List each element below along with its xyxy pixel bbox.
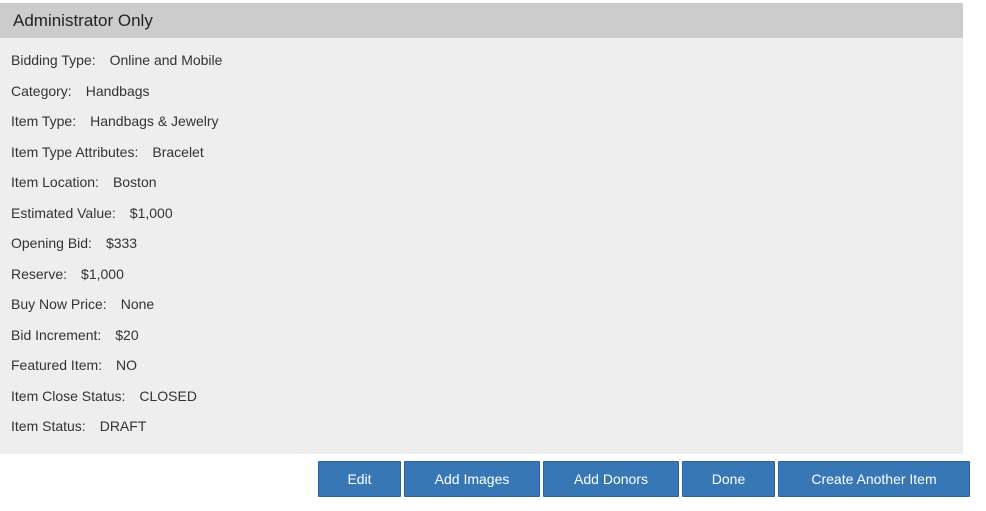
field-label: Bid Increment: <box>11 326 102 343</box>
field-value: Bracelet <box>152 143 204 160</box>
field-opening-bid: Opening Bid: $333 <box>11 235 222 266</box>
field-label: Buy Now Price: <box>11 296 107 312</box>
field-label: Item Type Attributes: <box>11 143 139 160</box>
field-value: NO <box>116 357 138 373</box>
panel-title: Administrator Only <box>13 10 153 30</box>
field-value: None <box>120 296 155 312</box>
field-buy-now-price: Buy Now Price: None <box>11 296 222 327</box>
action-bar: Edit Add Images Add Donors Done Create A… <box>318 461 970 497</box>
create-another-item-button[interactable]: Create Another Item <box>778 461 970 497</box>
panel-header: Administrator Only <box>0 3 963 38</box>
field-bidding-type: Bidding Type: Online and Mobile <box>11 52 222 83</box>
field-label: Item Close Status: <box>11 387 126 404</box>
field-estimated-value: Estimated Value: $1,000 <box>11 205 222 236</box>
field-item-status: Item Status: DRAFT <box>11 418 222 449</box>
field-label: Reserve: <box>11 265 68 282</box>
field-label: Opening Bid: <box>11 235 92 251</box>
field-value: Handbags <box>85 82 150 99</box>
field-value: $20 <box>115 326 139 343</box>
field-featured-item: Featured Item: NO <box>11 357 222 388</box>
field-label: Category: <box>11 82 72 99</box>
field-item-close-status: Item Close Status: CLOSED <box>11 388 222 419</box>
add-images-button[interactable]: Add Images <box>404 461 540 497</box>
field-label: Item Status: <box>11 418 86 434</box>
field-value: $1,000 <box>129 204 173 221</box>
field-category: Category: Handbags <box>11 83 222 114</box>
field-label: Estimated Value: <box>11 204 116 221</box>
field-value: Boston <box>112 174 157 190</box>
field-label: Item Location: <box>11 174 99 190</box>
item-details: Bidding Type: Online and Mobile Category:… <box>11 52 222 449</box>
field-item-location: Item Location: Boston <box>11 174 222 205</box>
field-label: Bidding Type: <box>11 52 96 68</box>
field-value: CLOSED <box>139 387 197 404</box>
admin-panel: Administrator Only Bidding Type: Online a… <box>0 3 963 454</box>
edit-button[interactable]: Edit <box>318 461 401 497</box>
field-value: $333 <box>105 235 138 251</box>
field-item-type: Item Type: Handbags & Jewelry <box>11 113 222 144</box>
field-item-type-attributes: Item Type Attributes: Bracelet <box>11 144 222 175</box>
field-value: $1,000 <box>81 265 124 282</box>
field-label: Item Type: <box>11 113 77 129</box>
field-value: Handbags & Jewelry <box>90 113 219 129</box>
field-bid-increment: Bid Increment: $20 <box>11 327 222 358</box>
field-value: Online and Mobile <box>109 52 223 68</box>
field-reserve: Reserve: $1,000 <box>11 266 222 297</box>
add-donors-button[interactable]: Add Donors <box>543 461 679 497</box>
field-label: Featured Item: <box>11 357 103 373</box>
field-value: DRAFT <box>99 418 147 434</box>
done-button[interactable]: Done <box>682 461 775 497</box>
